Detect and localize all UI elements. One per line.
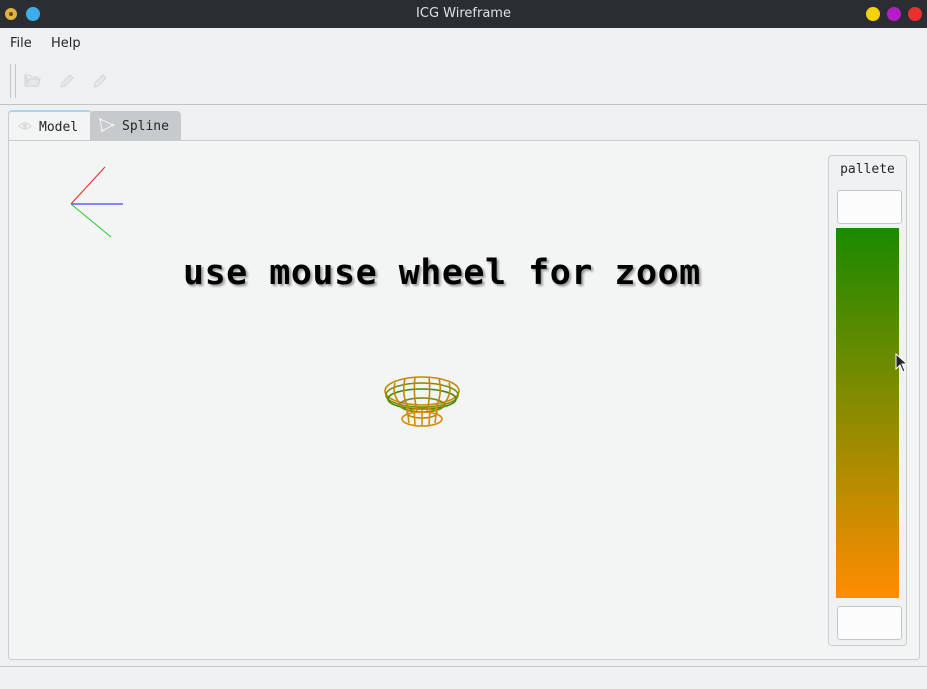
status-bar [0,666,927,689]
tab-model-label: Model [39,120,79,135]
palette-max-field[interactable] [837,190,902,224]
minimize-button[interactable] [866,7,880,21]
model-panel: use mouse wheel for zoom pallete [8,140,920,660]
wireframe-viewport[interactable]: use mouse wheel for zoom [9,141,819,659]
open-folder-icon[interactable] [24,72,42,90]
palette-title: pallete [840,162,895,177]
title-bar: ICG Wireframe [0,0,927,28]
edit-icon[interactable] [58,72,76,90]
palette-min-field[interactable] [837,606,902,640]
toolbar [0,58,927,105]
y-axis-line [70,166,106,205]
window-title: ICG Wireframe [416,6,511,21]
tab-model[interactable]: Model [8,110,92,141]
tab-spline[interactable]: Spline [90,111,181,141]
tab-spline-label: Spline [122,119,169,134]
z-axis-line [70,203,112,238]
spline-icon [99,118,115,132]
zoom-hint: use mouse wheel for zoom [183,253,701,293]
maximize-button[interactable] [887,7,901,21]
close-button[interactable] [908,7,922,21]
axes-gizmo [70,166,123,238]
wireframe-model [384,376,460,427]
menu-file[interactable]: File [10,36,32,51]
menu-bar: File Help [0,28,927,58]
eye-icon [18,119,32,133]
palette-panel: pallete [828,155,907,646]
toolbar-grip[interactable] [10,64,16,98]
mouse-cursor-icon [895,353,907,373]
edit-icon[interactable] [91,72,109,90]
palette-gradient [836,228,899,598]
menu-help[interactable]: Help [51,36,81,51]
